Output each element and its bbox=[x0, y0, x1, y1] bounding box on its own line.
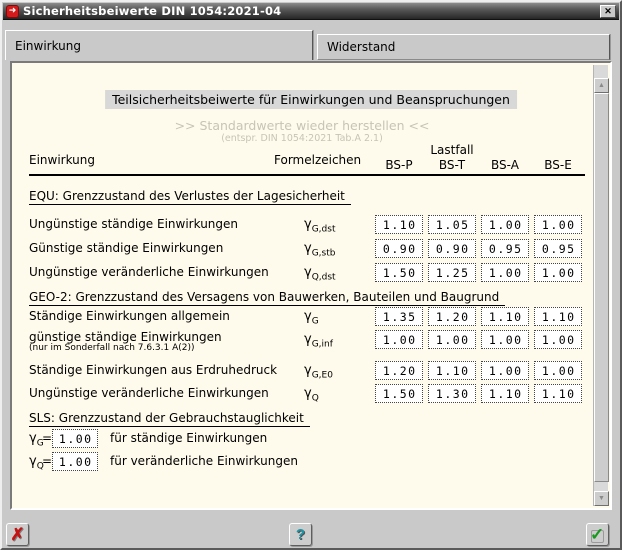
table-row: Ungünstige ständige Einwirkungen γG,dst bbox=[12, 215, 610, 234]
factor-input[interactable] bbox=[52, 452, 98, 471]
cancel-button[interactable]: ✗ bbox=[6, 523, 29, 546]
section-title-sls: SLS: Grenzzustand der Gebrauchstauglichk… bbox=[29, 411, 310, 427]
column-header-bst: BS-T bbox=[428, 158, 476, 172]
row-note: (nur im Sonderfall nach 7.6.3.1 A(2)) bbox=[29, 343, 195, 353]
factor-input[interactable] bbox=[481, 330, 529, 349]
column-header-einwirkung: Einwirkung bbox=[29, 153, 95, 167]
tab-widerstand[interactable]: Widerstand bbox=[317, 34, 610, 60]
factor-input[interactable] bbox=[534, 361, 582, 380]
column-header-formelzeichen: Formelzeichen bbox=[274, 153, 361, 167]
table-row: Ungünstige veränderliche Einwirkungen γQ… bbox=[12, 263, 610, 282]
app-arrow-icon: ➜ bbox=[6, 5, 19, 18]
column-header-bsp: BS-P bbox=[375, 158, 423, 172]
vertical-scrollbar[interactable]: ▲ ▼ bbox=[593, 65, 608, 506]
help-button[interactable]: ? bbox=[289, 523, 312, 546]
table-row: Ungünstige veränderliche Einwirkungen γQ bbox=[12, 384, 610, 403]
factor-input[interactable] bbox=[428, 263, 476, 282]
factor-input[interactable] bbox=[534, 330, 582, 349]
tab-einwirkung[interactable]: Einwirkung bbox=[5, 30, 313, 60]
factor-input[interactable] bbox=[428, 215, 476, 234]
factor-input[interactable] bbox=[481, 361, 529, 380]
row-symbol: γG,dst bbox=[304, 215, 335, 240]
sls-row: γQ = für veränderliche Einwirkungen bbox=[12, 452, 610, 471]
sls-row: γG = für ständige Einwirkungen bbox=[12, 429, 610, 448]
row-label: Ungünstige veränderliche Einwirkungen bbox=[29, 263, 269, 282]
row-label: Günstige ständige Einwirkungen bbox=[29, 239, 223, 258]
row-symbol: γG,inf bbox=[304, 330, 333, 355]
factor-input[interactable] bbox=[375, 263, 423, 282]
factor-input[interactable] bbox=[534, 307, 582, 326]
scroll-down-button[interactable]: ▼ bbox=[594, 491, 609, 506]
ok-button[interactable]: ✓ bbox=[586, 523, 609, 546]
equals-sign: = bbox=[42, 429, 52, 448]
factor-input[interactable] bbox=[375, 330, 423, 349]
row-symbol: γG,stb bbox=[304, 239, 335, 264]
factor-input[interactable] bbox=[375, 384, 423, 403]
cancel-x-icon: ✗ bbox=[10, 525, 24, 544]
page-title: Teilsicherheitsbeiwerte für Einwirkungen… bbox=[105, 90, 517, 109]
row-symbol: γG,E0 bbox=[304, 361, 333, 386]
scroll-up-button[interactable]: ▲ bbox=[594, 78, 609, 93]
titlebar: ➜ Sicherheitsbeiwerte DIN 1054:2021-04 ✕ bbox=[3, 3, 619, 20]
row-symbol: γQ,dst bbox=[304, 263, 336, 288]
factor-input[interactable] bbox=[428, 330, 476, 349]
dialog-window: ➜ Sicherheitsbeiwerte DIN 1054:2021-04 ✕… bbox=[0, 0, 622, 550]
table-row: Günstige ständige Einwirkungen γG,stb bbox=[12, 239, 610, 258]
factor-input[interactable] bbox=[375, 361, 423, 380]
window-title: Sicherheitsbeiwerte DIN 1054:2021-04 bbox=[23, 4, 281, 18]
table-row: Ständige Einwirkungen aus Erdruhedruck γ… bbox=[12, 361, 610, 380]
close-button[interactable]: ✕ bbox=[600, 5, 616, 18]
factor-input[interactable] bbox=[534, 239, 582, 258]
table-row: günstige ständige Einwirkungen (nur im S… bbox=[12, 330, 610, 356]
restore-defaults-note: (entspr. DIN 1054:2021 Tab.A 2.1) bbox=[12, 133, 592, 144]
factor-input[interactable] bbox=[428, 307, 476, 326]
table-row: Ständige Einwirkungen allgemein γG bbox=[12, 307, 610, 326]
factor-input[interactable] bbox=[428, 361, 476, 380]
factor-input[interactable] bbox=[428, 239, 476, 258]
row-label: Ungünstige ständige Einwirkungen bbox=[29, 215, 238, 234]
factor-input[interactable] bbox=[375, 307, 423, 326]
column-header-bse: BS-E bbox=[534, 158, 582, 172]
section-title-geo2: GEO-2: Grenzzustand des Versagens von Ba… bbox=[29, 290, 505, 306]
scrollbar-thumb[interactable] bbox=[594, 93, 609, 482]
row-label: Ständige Einwirkungen aus Erdruhedruck bbox=[29, 361, 277, 380]
column-header-lastfall: Lastfall bbox=[428, 143, 476, 157]
chevron-down-icon: ▼ bbox=[598, 495, 605, 502]
row-label: für ständige Einwirkungen bbox=[110, 429, 267, 448]
factor-input[interactable] bbox=[534, 384, 582, 403]
factor-input[interactable] bbox=[481, 263, 529, 282]
content-panel: Teilsicherheitsbeiwerte für Einwirkungen… bbox=[10, 61, 612, 510]
factor-input[interactable] bbox=[481, 307, 529, 326]
row-symbol: γQ bbox=[304, 384, 319, 409]
factor-input[interactable] bbox=[481, 384, 529, 403]
factor-input[interactable] bbox=[428, 384, 476, 403]
factor-input[interactable] bbox=[375, 239, 423, 258]
ok-checkmark-icon: ✓ bbox=[590, 524, 604, 546]
row-label: Ständige Einwirkungen allgemein bbox=[29, 307, 230, 326]
factor-input[interactable] bbox=[52, 429, 98, 448]
factor-input[interactable] bbox=[534, 263, 582, 282]
factor-input[interactable] bbox=[375, 215, 423, 234]
header-divider bbox=[29, 174, 585, 176]
equals-sign: = bbox=[42, 452, 52, 471]
row-label: Ungünstige veränderliche Einwirkungen bbox=[29, 384, 269, 403]
chevron-up-icon: ▲ bbox=[598, 82, 605, 89]
restore-defaults-link[interactable]: >> Standardwerte wieder herstellen << bbox=[12, 118, 592, 133]
section-title-equ: EQU: Grenzzustand des Verlustes der Lage… bbox=[29, 189, 351, 205]
factor-input[interactable] bbox=[534, 215, 582, 234]
row-label: für veränderliche Einwirkungen bbox=[110, 452, 298, 471]
factor-input[interactable] bbox=[481, 215, 529, 234]
column-header-bsa: BS-A bbox=[481, 158, 529, 172]
factor-input[interactable] bbox=[481, 239, 529, 258]
help-question-icon: ? bbox=[296, 526, 305, 543]
row-symbol: γG bbox=[304, 307, 319, 332]
